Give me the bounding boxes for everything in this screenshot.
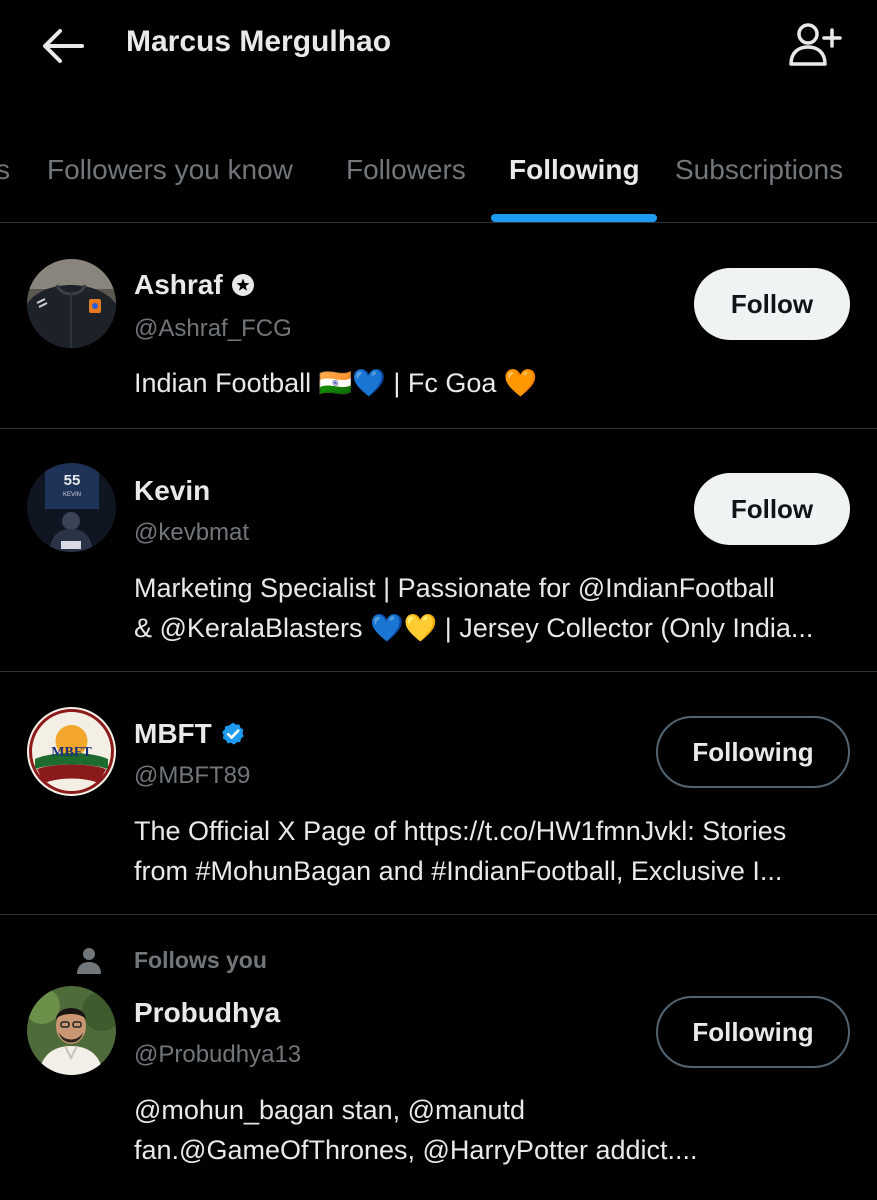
avatar[interactable]: [27, 986, 116, 1075]
tab-followers[interactable]: Followers: [346, 154, 466, 186]
bio-line: Indian Football 🇮🇳💙 | Fc Goa 🧡: [134, 368, 538, 398]
user-name[interactable]: MBFT: [134, 718, 246, 750]
verified-badge-icon: [221, 722, 244, 745]
tab-followers-you-know[interactable]: Followers you know: [47, 154, 293, 186]
follow-button[interactable]: Follow: [694, 473, 850, 545]
user-handle[interactable]: @Probudhya13: [134, 1041, 301, 1069]
tab-partial[interactable]: s: [0, 154, 10, 186]
top-bar: Marcus Mergulhao: [0, 0, 877, 92]
bio-line: fan.@GameOfThrones, @HarryPotter addict.…: [134, 1135, 698, 1165]
jersey-name: KEVIN: [63, 492, 81, 498]
following-button[interactable]: Following: [656, 716, 850, 788]
user-row[interactable]: Ashraf @Ashraf_FCG Indian Football 🇮🇳💙 |…: [0, 223, 877, 429]
avatar[interactable]: MBFT: [27, 707, 116, 796]
logo-text: MBFT: [51, 745, 92, 760]
bio-line: Marketing Specialist | Passionate for @I…: [134, 573, 775, 603]
profile-tabs: s Followers you know Followers Following…: [0, 140, 877, 223]
follows-you-label: Follows you: [134, 947, 267, 973]
user-handle[interactable]: @kevbmat: [134, 519, 249, 547]
user-name[interactable]: Probudhya: [134, 997, 280, 1029]
jersey-number: 55: [64, 472, 81, 489]
follow-button[interactable]: Follow: [694, 268, 850, 340]
tab-subscriptions[interactable]: Subscriptions: [675, 154, 843, 186]
user-name-text[interactable]: MBFT: [134, 718, 212, 749]
user-handle[interactable]: @MBFT89: [134, 762, 250, 790]
circle-star-badge-icon: [231, 273, 254, 296]
user-bio: @mohun_bagan stan, @manutd fan.@GameOfTh…: [134, 1090, 849, 1170]
user-handle[interactable]: @Ashraf_FCG: [134, 315, 292, 343]
user-bio: Marketing Specialist | Passionate for @I…: [134, 568, 849, 648]
user-name[interactable]: Ashraf: [134, 269, 255, 301]
following-button[interactable]: Following: [656, 996, 850, 1068]
user-row[interactable]: MBFT MBFT @MBFT89 The Official X Page of…: [0, 672, 877, 915]
avatar[interactable]: 55 KEVIN: [27, 463, 116, 552]
user-name-text[interactable]: Ashraf: [134, 269, 223, 300]
person-add-icon[interactable]: [786, 20, 842, 70]
user-row[interactable]: 55 KEVIN Kevin @kevbmat Marketing Specia…: [0, 429, 877, 672]
bio-line: @mohun_bagan stan, @manutd: [134, 1095, 526, 1125]
tab-following[interactable]: Following: [509, 154, 640, 186]
bio-line: from #MohunBagan and #IndianFootball, Ex…: [134, 856, 783, 886]
active-tab-indicator: [491, 214, 657, 222]
avatar[interactable]: [27, 259, 116, 348]
bio-line: The Official X Page of https://t.co/HW1f…: [134, 816, 787, 846]
page-title: Marcus Mergulhao: [126, 25, 392, 58]
bio-line: & @KeralaBlasters 💙💛 | Jersey Collector …: [134, 613, 814, 643]
user-row[interactable]: Follows you Probudhya @Probudhya13 @mohu…: [0, 915, 877, 1200]
user-bio: Indian Football 🇮🇳💙 | Fc Goa 🧡: [134, 363, 849, 403]
user-bio: The Official X Page of https://t.co/HW1f…: [134, 811, 849, 891]
arrow-left-icon[interactable]: [40, 26, 86, 66]
person-icon: [77, 948, 101, 974]
user-name[interactable]: Kevin: [134, 475, 210, 507]
